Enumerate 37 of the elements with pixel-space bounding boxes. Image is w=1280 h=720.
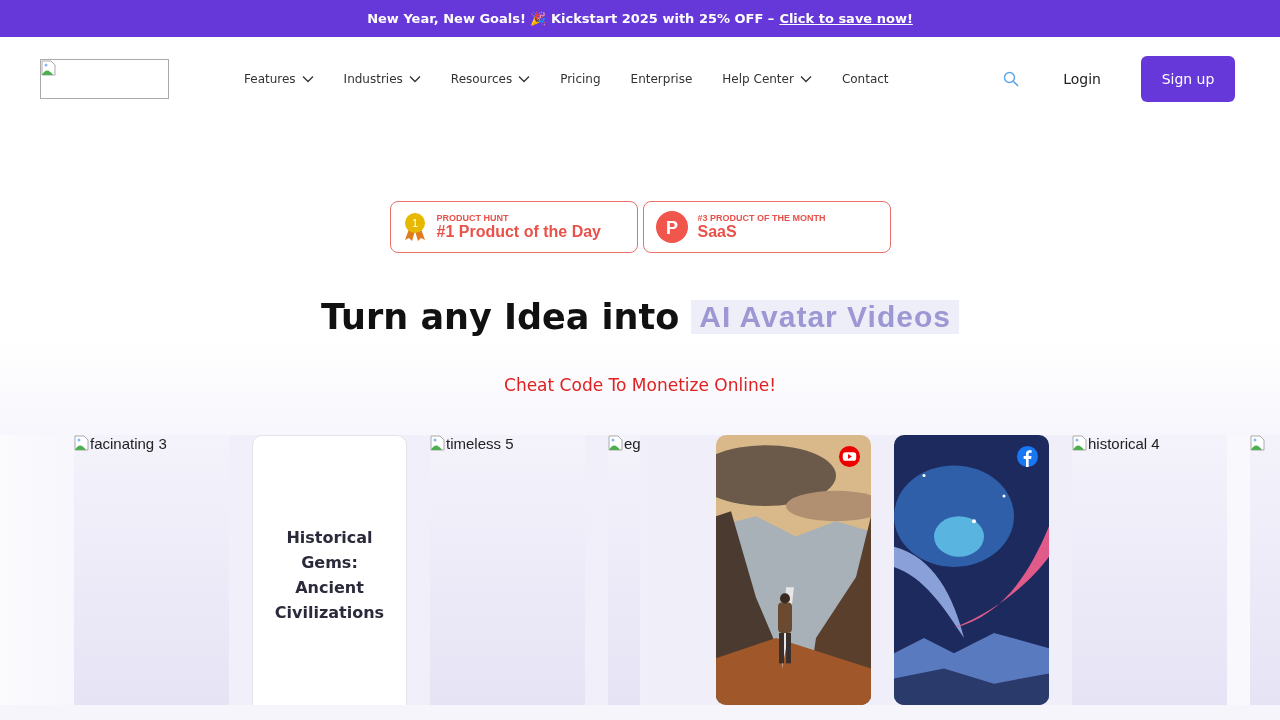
play-icon bbox=[838, 445, 861, 468]
broken-image-icon bbox=[430, 435, 446, 451]
broken-image-icon bbox=[41, 60, 57, 76]
nav-link[interactable]: Industries bbox=[343, 72, 421, 86]
broken-image-icon bbox=[608, 435, 624, 451]
award-label: #3 PRODUCT OF THE MONTH bbox=[697, 213, 826, 223]
nav-link[interactable]: Resources bbox=[450, 72, 531, 86]
hero-title: Turn any Idea into bbox=[321, 297, 680, 337]
nav-link[interactable]: Features bbox=[244, 72, 314, 86]
nav-link[interactable]: Enterprise bbox=[630, 72, 693, 86]
award-badge[interactable]: P #3 PRODUCT OF THE MONTH SaaS bbox=[642, 201, 891, 253]
broken-image-icon bbox=[74, 435, 90, 451]
login-link[interactable]: Login bbox=[1063, 71, 1101, 87]
award-title: #1 Product of the Day bbox=[436, 223, 601, 241]
nav-link[interactable]: Pricing bbox=[560, 72, 601, 86]
award-label: PRODUCT HUNT bbox=[436, 213, 510, 223]
announcement-text: New Year, New Goals! 🎉 Kickstart 2025 with 25% OFF – bbox=[367, 11, 775, 26]
broken-image-icon bbox=[1250, 435, 1266, 451]
nav-link[interactable]: Help Center bbox=[722, 72, 812, 86]
image-alt-text: facinating 3 bbox=[90, 435, 167, 452]
award-badge[interactable]: 1 PRODUCT HUNT #1 Product of the Day bbox=[389, 201, 638, 253]
broken-image-icon bbox=[1072, 435, 1088, 451]
award-title: SaaS bbox=[697, 223, 738, 241]
hero-highlight: AI Avatar Videos bbox=[691, 300, 959, 334]
search-icon[interactable] bbox=[1003, 71, 1020, 87]
nav-link[interactable]: Contact bbox=[841, 72, 889, 86]
image-alt-text: eg bbox=[624, 435, 640, 452]
letter-f-icon bbox=[1016, 445, 1039, 468]
card-title: Historical Gems: Ancient Civilizations bbox=[273, 527, 386, 624]
product-hunt-logo-icon: P bbox=[655, 211, 688, 243]
hero-subtitle: Cheat Code To Monetize Online! bbox=[503, 375, 777, 395]
signup-button[interactable]: Sign up bbox=[1141, 56, 1235, 102]
logo-placeholder[interactable] bbox=[40, 59, 169, 99]
image-alt-text: historical 4 bbox=[1088, 435, 1160, 452]
save-link[interactable]: Click to save now! bbox=[779, 11, 913, 26]
story-card[interactable]: Historical Gems: Ancient Civilizations bbox=[252, 435, 407, 705]
image-alt-text: timeless 5 bbox=[446, 435, 514, 452]
